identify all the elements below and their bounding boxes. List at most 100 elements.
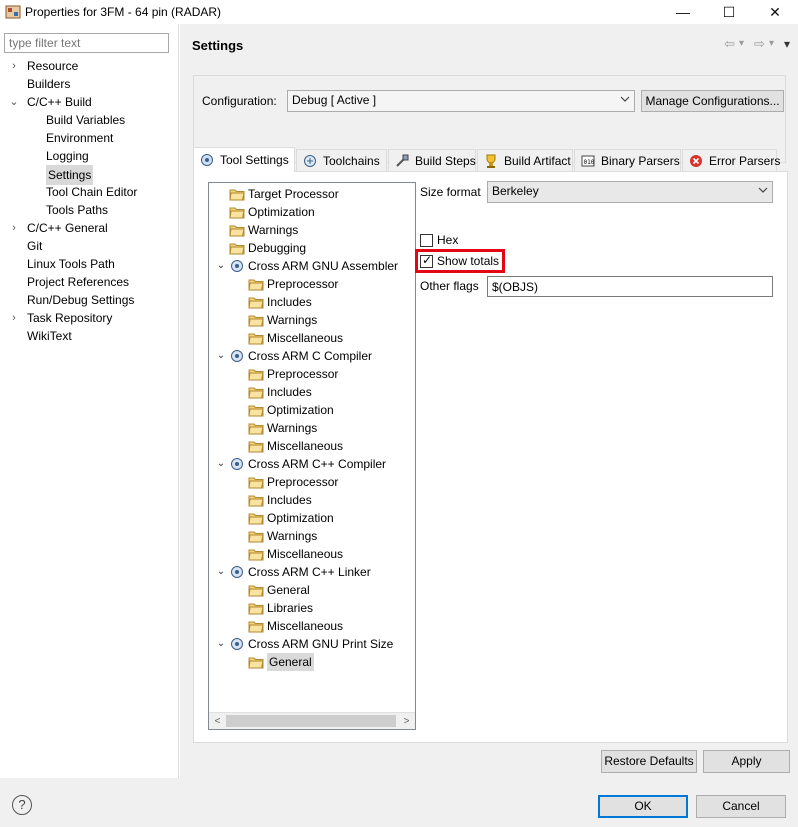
horizontal-scrollbar[interactable]: < > xyxy=(209,712,415,729)
size-format-select[interactable]: Berkeley xyxy=(487,181,773,203)
tab-label: Error Parsers xyxy=(709,153,781,168)
tool-tree-item[interactable]: Target Processor xyxy=(229,185,339,203)
tool-tree-item[interactable]: Preprocessor xyxy=(248,365,338,383)
nav-item[interactable]: Run/Debug Settings xyxy=(0,291,179,309)
tool-tree-item[interactable]: General xyxy=(248,581,310,599)
other-flags-label: Other flags xyxy=(420,279,479,293)
view-menu-icon[interactable]: ▾ xyxy=(784,36,790,52)
tab-tool-settings[interactable]: Tool Settings xyxy=(193,147,295,172)
nav-item[interactable]: Build Variables xyxy=(0,111,179,129)
folder-icon xyxy=(248,439,264,453)
hex-checkbox[interactable] xyxy=(420,234,433,247)
tool-gear-icon xyxy=(229,259,245,273)
nav-item[interactable]: Logging xyxy=(0,147,179,165)
tool-tree-item[interactable]: Includes xyxy=(248,491,312,509)
chevron-right-icon[interactable]: › xyxy=(8,219,20,237)
nav-item[interactable]: › C/C++ General xyxy=(0,219,179,237)
filter-input[interactable] xyxy=(4,33,169,53)
close-button[interactable]: ✕ xyxy=(752,0,798,24)
nav-item[interactable]: › Resource xyxy=(0,57,179,75)
tab-label: Build Artifact xyxy=(504,153,571,168)
tool-tree-item[interactable]: Miscellaneous xyxy=(248,437,343,455)
tree-item-label: Preprocessor xyxy=(267,367,339,381)
tool-tree-item[interactable]: Includes xyxy=(248,293,312,311)
restore-defaults-button[interactable]: Restore Defaults xyxy=(601,750,697,773)
tool-tree-node[interactable]: ⌄ Cross ARM GNU Print Size xyxy=(215,635,394,653)
page-title: Settings xyxy=(192,38,244,53)
maximize-button[interactable]: ☐ xyxy=(706,0,752,24)
tab-build-steps[interactable]: Build Steps xyxy=(388,149,476,171)
chevron-down-icon xyxy=(758,184,768,199)
nav-item[interactable]: Settings xyxy=(0,165,179,185)
forward-history-dropdown-icon[interactable]: ▾ xyxy=(769,36,774,52)
chevron-down-icon[interactable]: ⌄ xyxy=(8,93,20,111)
nav-item-label: Tool Chain Editor xyxy=(46,185,138,199)
tree-item-label: Target Processor xyxy=(248,187,339,201)
tool-tree-node[interactable]: ⌄ Cross ARM C++ Linker xyxy=(215,563,371,581)
tool-tree-item[interactable]: Warnings xyxy=(248,527,317,545)
apply-button[interactable]: Apply xyxy=(703,750,790,773)
tool-tree-item[interactable]: Preprocessor xyxy=(248,473,338,491)
ok-button[interactable]: OK xyxy=(598,795,688,818)
chevron-down-icon[interactable]: ⌄ xyxy=(215,563,227,581)
scrollbar-thumb[interactable] xyxy=(226,715,396,727)
scroll-left-icon[interactable]: < xyxy=(209,713,226,729)
back-history-dropdown-icon[interactable]: ▾ xyxy=(739,36,744,52)
tool-tree-item[interactable]: Preprocessor xyxy=(248,275,338,293)
folder-icon xyxy=(248,385,264,399)
tool-tree-item[interactable]: Miscellaneous xyxy=(248,545,343,563)
chevron-right-icon[interactable]: › xyxy=(8,309,20,327)
forward-arrow-icon[interactable]: ⇨ xyxy=(754,36,765,52)
tab-build-artifact[interactable]: Build Artifact xyxy=(477,149,573,171)
nav-item[interactable]: Linux Tools Path xyxy=(0,255,179,273)
chevron-down-icon[interactable]: ⌄ xyxy=(215,455,227,473)
help-icon[interactable]: ? xyxy=(12,795,32,815)
chevron-down-icon[interactable]: ⌄ xyxy=(215,257,227,275)
chevron-down-icon[interactable]: ⌄ xyxy=(215,635,227,653)
tool-tree-item[interactable]: Optimization xyxy=(229,203,315,221)
scroll-right-icon[interactable]: > xyxy=(398,713,415,729)
nav-item[interactable]: ⌄ C/C++ Build xyxy=(0,93,179,111)
chevron-right-icon[interactable]: › xyxy=(8,57,20,75)
nav-item[interactable]: WikiText xyxy=(0,327,179,345)
tool-tree-item[interactable]: Includes xyxy=(248,383,312,401)
nav-item-label: WikiText xyxy=(27,329,72,343)
other-flags-input[interactable] xyxy=(487,276,773,297)
cancel-button[interactable]: Cancel xyxy=(696,795,786,818)
tool-tree-item[interactable]: Warnings xyxy=(248,419,317,437)
nav-item[interactable]: Tool Chain Editor xyxy=(0,183,179,201)
configuration-select[interactable]: Debug [ Active ] xyxy=(287,90,635,112)
tree-item-label: Libraries xyxy=(267,601,314,615)
tool-tree-node[interactable]: ⌄ Cross ARM GNU Assembler xyxy=(215,257,398,275)
folder-icon xyxy=(248,655,264,669)
nav-item[interactable]: Tools Paths xyxy=(0,201,179,219)
tool-tree-node[interactable]: ⌄ Cross ARM C++ Compiler xyxy=(215,455,386,473)
manage-configurations-button[interactable]: Manage Configurations... xyxy=(641,90,784,112)
tool-tree-item[interactable]: General xyxy=(248,653,314,671)
nav-item-label: Environment xyxy=(46,131,114,145)
folder-icon xyxy=(248,295,264,309)
tool-tree-item[interactable]: Optimization xyxy=(248,401,334,419)
dialog-button-bar: ? OK Cancel xyxy=(0,778,798,827)
back-arrow-icon[interactable]: ⇦ xyxy=(724,36,735,52)
tab-error-parsers[interactable]: Error Parsers xyxy=(682,149,781,171)
show-totals-checkbox[interactable]: ✓ xyxy=(420,253,433,268)
tool-tree-item[interactable]: Optimization xyxy=(248,509,334,527)
nav-item[interactable]: Environment xyxy=(0,129,179,147)
chevron-down-icon[interactable]: ⌄ xyxy=(215,347,227,365)
nav-item[interactable]: Project References xyxy=(0,273,179,291)
nav-item[interactable]: Git xyxy=(0,237,179,255)
tab-binary-parsers[interactable]: 010 Binary Parsers xyxy=(574,149,681,171)
nav-item[interactable]: Builders xyxy=(0,75,179,93)
nav-item[interactable]: › Task Repository xyxy=(0,309,179,327)
tool-tree-item[interactable]: Warnings xyxy=(229,221,298,239)
tool-tree-item[interactable]: Debugging xyxy=(229,239,306,257)
tool-tree-node[interactable]: ⌄ Cross ARM C Compiler xyxy=(215,347,372,365)
tool-tree-item[interactable]: Warnings xyxy=(248,311,317,329)
tool-tree-item[interactable]: Miscellaneous xyxy=(248,617,343,635)
tab-toolchains[interactable]: Toolchains xyxy=(296,149,387,171)
tool-settings-tree[interactable]: Target Processor Optimization Warnings Debu… xyxy=(208,182,416,730)
tool-tree-item[interactable]: Libraries xyxy=(248,599,313,617)
tool-tree-item[interactable]: Miscellaneous xyxy=(248,329,343,347)
minimize-button[interactable]: — xyxy=(660,0,706,24)
